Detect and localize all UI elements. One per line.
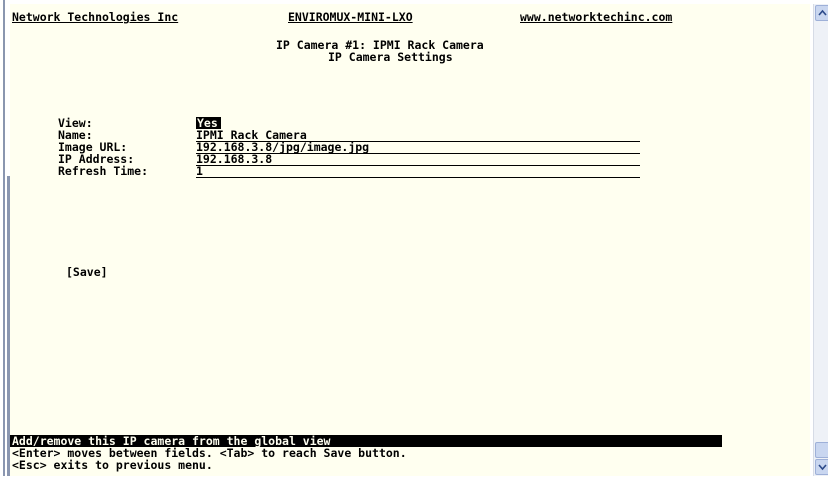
page-subtitle: IP Camera Settings: [328, 50, 453, 64]
chevron-down-icon: [818, 464, 827, 471]
header-company: Network Technologies Inc: [12, 10, 179, 24]
window-left-border: [3, 0, 5, 476]
refresh-time-label: Refresh Time:: [58, 164, 149, 178]
scroll-up-button[interactable]: [815, 5, 828, 21]
vertical-scrollbar[interactable]: [813, 4, 828, 476]
scroll-down-button[interactable]: [815, 459, 828, 475]
help-line-2: <Esc> exits to previous menu.: [12, 458, 213, 472]
header-product: ENVIROMUX-MINI-LXO: [288, 10, 413, 24]
terminal-screen: Network Technologies Inc ENVIROMUX-MINI-…: [10, 4, 810, 476]
refresh-time-field[interactable]: 1: [196, 165, 640, 178]
chevron-up-icon: [818, 9, 827, 16]
save-button[interactable]: [Save]: [66, 266, 108, 278]
header-website: www.networktechinc.com: [520, 10, 673, 24]
scroll-thumb[interactable]: [815, 442, 828, 458]
